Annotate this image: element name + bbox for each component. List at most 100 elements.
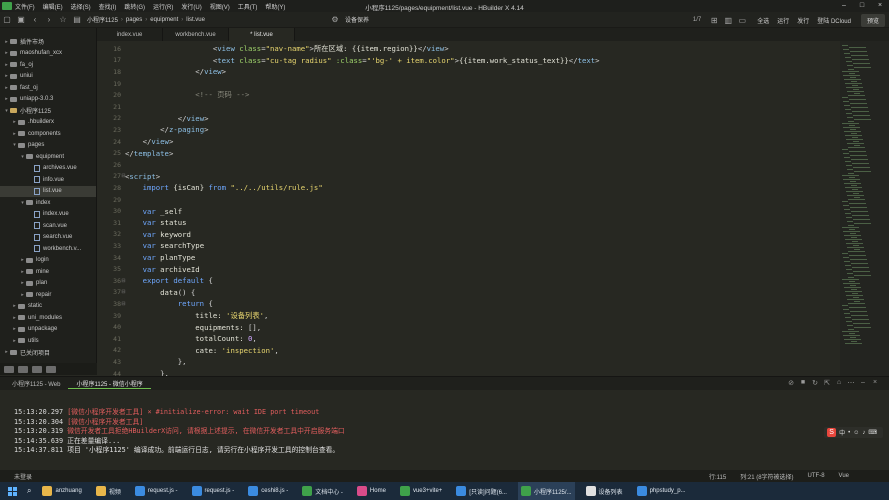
sogou-ime-icon[interactable]: S [827,428,837,437]
preview-layout-icon[interactable]: ▤ [70,15,84,24]
minimize-icon[interactable]: – [835,0,853,12]
login-dcloud-button[interactable]: 登陆 DCloud [817,16,851,25]
tree-item[interactable]: ▸ fast_oj [0,82,96,94]
breadcrumb-3[interactable]: list.vue [186,17,205,23]
chevron-right-icon[interactable]: ▸ [3,50,10,56]
tree-item[interactable]: ▸ plan [0,278,96,290]
bookmark-icon[interactable]: ☆ [56,15,70,24]
tree-item[interactable]: ▾ 小程序1125 [0,105,96,117]
tree-item[interactable]: workbench.v... [0,243,96,255]
ime-mode-label[interactable]: 中 [839,428,845,437]
taskbar-app[interactable]: request.js - [132,482,181,500]
chevron-down-icon[interactable]: ▾ [19,200,26,206]
menu-item-2[interactable]: 选择(S) [71,2,91,11]
tree-item[interactable]: ▸ utils [0,335,96,347]
breadcrumb-0[interactable]: 小程序1125 [87,15,118,24]
tab-index-vue[interactable]: index.vue [97,28,163,41]
tree-item[interactable]: ▸ 插件市场 [0,36,96,48]
tree-item[interactable]: list.vue [0,185,96,197]
tree-item[interactable]: ▸ unpackage [0,324,96,336]
publish-button[interactable]: 发行 [797,16,809,25]
console-tab-web[interactable]: 小程序1125 - Web [4,379,68,388]
chevron-right-icon[interactable]: ▸ [3,62,10,68]
menu-item-0[interactable]: 文件(F) [15,2,35,11]
tree-item[interactable]: ▸ static [0,301,96,313]
menu-item-8[interactable]: 工具(T) [238,2,258,11]
taskbar-app[interactable]: Home [354,482,389,500]
taskbar-app[interactable]: vue3+vite+ [397,482,445,500]
outline-view-icon[interactable] [18,365,28,373]
tree-item[interactable]: ▾ equipment [0,151,96,163]
tree-item[interactable]: ▸ .hbuilderx [0,117,96,129]
clear-icon[interactable]: ⊘ [785,379,797,387]
taskbar-app[interactable]: ceshi8.js - [245,482,291,500]
select-all-button[interactable]: 全选 [757,16,769,25]
ime-toolbar[interactable]: S 中 • ☺ ♪ ⌨ [824,427,883,438]
taskbar-app[interactable]: request.js - [189,482,238,500]
tree-item[interactable]: archives.vue [0,163,96,175]
maximize-icon[interactable]: □ [853,0,871,12]
tree-item[interactable]: ▸ repair [0,289,96,301]
settings-icon[interactable]: ⚙ [328,15,342,24]
taskbar-app[interactable]: 设备列表 [583,482,626,500]
taskbar-app[interactable]: 文档中心 - [299,482,346,500]
restart-icon[interactable]: ↻ [809,379,821,387]
menu-item-3[interactable]: 查找(I) [99,2,117,11]
chevron-down-icon[interactable]: ▾ [11,142,18,148]
menu-item-7[interactable]: 视图(V) [210,2,230,11]
chevron-down-icon[interactable]: ▾ [3,108,10,114]
chevron-right-icon[interactable]: ▸ [11,131,18,137]
chevron-right-icon[interactable]: ▸ [11,315,18,321]
ime-keyboard-icon[interactable]: ⌨ [868,429,877,436]
tree-item[interactable]: search.vue [0,232,96,244]
chevron-right-icon[interactable]: ▸ [3,96,10,102]
tree-item[interactable]: ▸ maoshufan_xcx [0,48,96,60]
tree-item[interactable]: ▸ uniapp-3.0.3 [0,94,96,106]
minimap[interactable] [840,41,889,376]
login-status[interactable]: 未登录 [14,472,32,481]
search-icon[interactable]: ⌕ [27,486,31,496]
settings-label[interactable]: 设备保养 [345,15,369,24]
tree-item[interactable]: ▸ uni_modules [0,312,96,324]
tree-item[interactable]: index.vue [0,209,96,221]
menu-item-9[interactable]: 帮助(Y) [265,2,285,11]
chevron-right-icon[interactable]: ▸ [11,326,18,332]
tree-item[interactable]: ▸ mine [0,266,96,278]
back-icon[interactable]: ‹ [28,15,42,24]
language-mode[interactable]: Vue [839,473,849,479]
shrink-icon[interactable]: ▭ [735,16,749,25]
minimize-panel-icon[interactable]: – [857,379,869,387]
split-icon[interactable]: ▥ [721,16,735,25]
menu-item-1[interactable]: 编辑(E) [43,2,63,11]
tree-item[interactable]: ▸ login [0,255,96,267]
tree-item[interactable]: ▾ pages [0,140,96,152]
tree-item[interactable]: ▸ fa_oj [0,59,96,71]
breadcrumb-1[interactable]: pages [126,17,142,23]
save-icon[interactable]: ▣ [14,15,28,24]
forward-icon[interactable]: › [42,15,56,24]
plugin-view-icon[interactable] [32,365,42,373]
filter-icon[interactable]: ⊞ [707,16,721,25]
tree-item[interactable]: scan.vue [0,220,96,232]
taskbar-app[interactable]: anzhuang [39,482,84,500]
tree-item[interactable]: ▸ components [0,128,96,140]
close-icon[interactable]: × [871,0,889,12]
taskbar-app[interactable]: 视频 [93,482,124,500]
menu-item-4[interactable]: 跳转(G) [124,2,145,11]
more-icon[interactable]: ⋯ [845,379,857,387]
run-button[interactable]: 运行 [777,16,789,25]
taskbar-app[interactable]: 小程序1125/... [517,482,575,500]
tree-item[interactable]: ▾ index [0,197,96,209]
terminal-view-icon[interactable] [46,365,56,373]
tree-item[interactable]: ▸ uniui [0,71,96,83]
chevron-down-icon[interactable]: ▾ [19,154,26,160]
encoding[interactable]: UTF-8 [808,473,825,479]
cursor-column[interactable]: 列:21 (8字符被选择) [740,472,793,481]
chevron-right-icon[interactable]: ▸ [11,303,18,309]
console-tab-weixin[interactable]: 小程序1125 - 微信小程序 [68,379,151,389]
windows-start-icon[interactable] [8,486,17,496]
lock-icon[interactable]: ⌂ [833,379,845,387]
ime-emoji-icon[interactable]: ☺ [853,430,859,436]
close-panel-icon[interactable]: × [869,379,881,387]
chevron-right-icon[interactable]: ▸ [19,257,26,263]
